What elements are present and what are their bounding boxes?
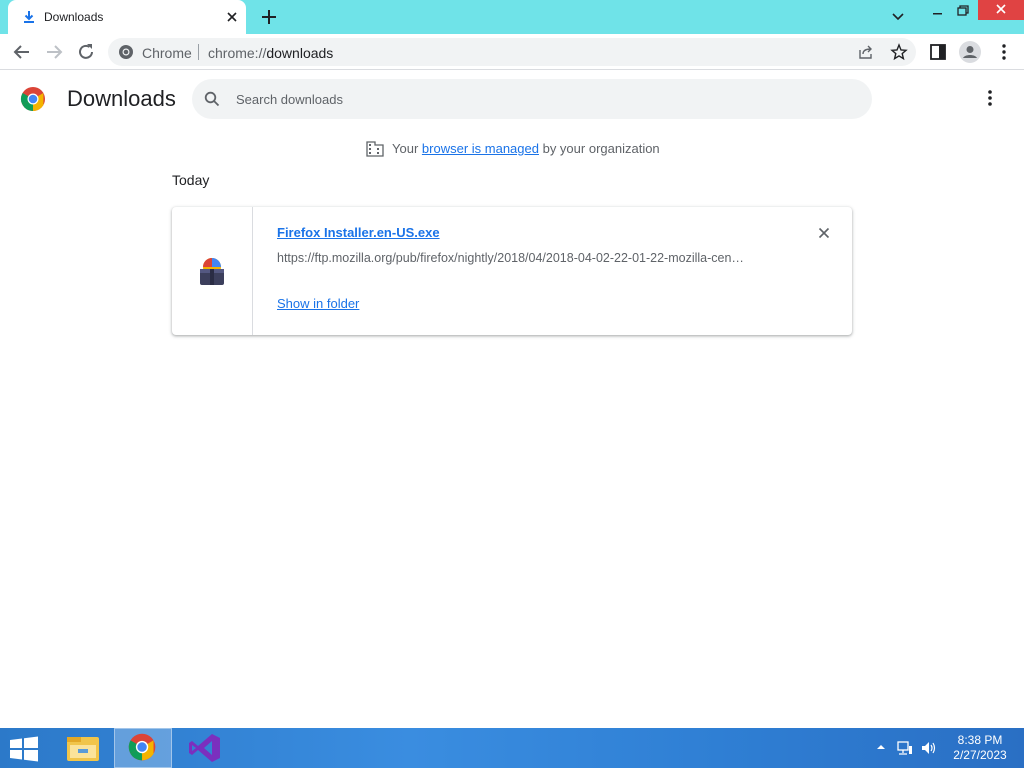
- bookmark-star-icon[interactable]: [890, 43, 908, 61]
- file-explorer-icon: [67, 737, 99, 761]
- clock-time: 8:38 PM: [957, 733, 1003, 747]
- chrome-logo-icon: [20, 87, 45, 111]
- managed-link[interactable]: browser is managed: [422, 141, 539, 156]
- close-icon: [996, 4, 1006, 14]
- installer-file-icon: [200, 258, 224, 285]
- window-close-button[interactable]: [978, 0, 1024, 20]
- show-in-folder-link[interactable]: Show in folder: [277, 296, 359, 311]
- source-url: https://ftp.mozilla.org/pub/firefox/nigh…: [277, 251, 744, 265]
- taskbar-chrome[interactable]: [114, 728, 172, 768]
- chrome-icon: [128, 733, 156, 761]
- tab-strip: Downloads: [0, 0, 1024, 34]
- remove-download-icon[interactable]: [816, 225, 832, 241]
- search-input[interactable]: [236, 79, 856, 119]
- tray-chevron-up-icon[interactable]: [876, 742, 886, 752]
- back-arrow-icon[interactable]: [12, 42, 32, 62]
- share-icon[interactable]: [858, 44, 874, 60]
- date-group-label: Today: [172, 172, 210, 188]
- browser-window: Downloads Chrome chrome://downloads Down…: [0, 0, 1024, 728]
- download-item: Firefox Installer.en-US.exe https://ftp.…: [172, 207, 852, 335]
- downloads-header: Downloads: [0, 70, 1024, 128]
- close-tab-icon[interactable]: [224, 9, 240, 25]
- system-clock[interactable]: 8:38 PM 2/27/2023: [950, 733, 1010, 763]
- restore-icon[interactable]: [952, 2, 974, 20]
- side-panel-icon[interactable]: [928, 42, 948, 62]
- divider: [198, 44, 199, 60]
- page-title: Downloads: [67, 86, 176, 111]
- network-icon[interactable]: [896, 740, 914, 756]
- forward-arrow-icon[interactable]: [44, 42, 64, 62]
- taskbar-file-explorer[interactable]: [54, 728, 112, 768]
- volume-icon[interactable]: [920, 740, 938, 756]
- search-box[interactable]: [192, 79, 872, 119]
- more-actions-icon[interactable]: [980, 88, 1000, 108]
- managed-text: Your browser is managed by your organiza…: [392, 141, 660, 156]
- reload-icon[interactable]: [76, 42, 96, 62]
- minimize-icon[interactable]: [926, 2, 948, 20]
- search-icon: [204, 91, 220, 107]
- file-icon-column: [172, 207, 253, 335]
- url-text: chrome://downloads: [208, 45, 334, 61]
- taskbar-visual-studio[interactable]: [176, 728, 234, 768]
- business-icon: [366, 141, 384, 157]
- taskbar: 8:38 PM 2/27/2023: [0, 728, 1024, 768]
- tab-title: Downloads: [44, 10, 104, 24]
- address-bar[interactable]: Chrome chrome://downloads: [108, 38, 916, 66]
- new-tab-icon[interactable]: [260, 8, 278, 26]
- chevron-down-icon[interactable]: [890, 10, 906, 24]
- profile-avatar-icon[interactable]: [958, 40, 982, 64]
- visual-studio-icon: [189, 734, 220, 762]
- windows-start-icon[interactable]: [8, 736, 40, 762]
- download-icon: [24, 11, 34, 23]
- file-name-link[interactable]: Firefox Installer.en-US.exe: [277, 225, 440, 240]
- browser-toolbar: Chrome chrome://downloads: [0, 34, 1024, 70]
- chrome-site-icon: [119, 45, 133, 59]
- clock-date: 2/27/2023: [953, 748, 1007, 762]
- site-chip-label: Chrome: [142, 45, 192, 61]
- more-vert-icon[interactable]: [994, 42, 1014, 62]
- tab-downloads[interactable]: Downloads: [8, 0, 246, 34]
